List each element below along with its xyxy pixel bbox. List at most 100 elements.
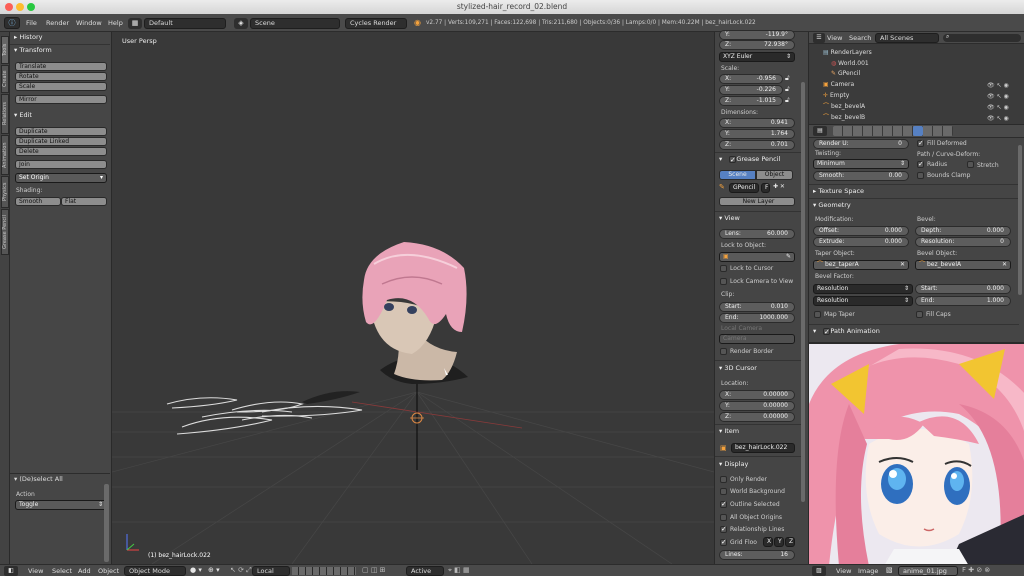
world-background-checkbox[interactable]	[720, 488, 727, 495]
lock-layers-icons[interactable]: ▢ ◫ ⊞	[362, 566, 386, 574]
bevel-factor-end-mapping-dropdown[interactable]: Resolution ⇕	[813, 296, 913, 306]
clip-start-field[interactable]: Start: 0.010	[719, 302, 795, 312]
display-panel-header[interactable]: ▾ Display	[719, 459, 748, 470]
image-editor-icon[interactable]: ▨	[812, 566, 826, 576]
close-window-button[interactable]	[5, 3, 13, 11]
duplicate-linked-button[interactable]: Duplicate Linked	[15, 137, 107, 146]
bevel-factor-start-mapping-dropdown[interactable]: Resolution ⇕	[813, 284, 913, 294]
menu-window[interactable]: Window	[76, 18, 102, 29]
bevel-start-field[interactable]: Start: 0.000	[915, 284, 1011, 294]
translate-button[interactable]: Translate	[15, 62, 107, 71]
outliner-item[interactable]: ⌒ bez_bevelA	[823, 102, 865, 112]
tab-tools[interactable]: Tools	[1, 36, 9, 64]
tab-grease-pencil[interactable]: Grease Pencil	[1, 209, 9, 255]
add-icon[interactable]: ✚ ✕	[773, 183, 785, 190]
fill-deformed-checkbox[interactable]	[917, 139, 924, 147]
only-render-checkbox[interactable]	[720, 476, 727, 483]
bevel-object-field[interactable]: ⌒ bez_bevelA ✕	[915, 260, 1011, 270]
flat-shading-button[interactable]: Flat	[61, 197, 107, 206]
rotation-mode-dropdown[interactable]: XYZ Euler ⇕	[719, 52, 795, 62]
tab-animation[interactable]: Animation	[1, 135, 9, 175]
map-taper-checkbox[interactable]	[814, 311, 821, 318]
properties-scrollbar[interactable]	[1018, 145, 1022, 295]
editor-type-icon[interactable]: ⓘ	[4, 17, 20, 29]
item-panel-header[interactable]: ▾ Item	[719, 426, 739, 437]
mode-dropdown[interactable]: Object Mode	[124, 566, 186, 576]
item-name-field[interactable]: bez_hairLock.022	[731, 443, 795, 453]
set-origin-dropdown[interactable]: Set Origin ▾	[15, 173, 107, 183]
layer-buttons[interactable]	[292, 567, 356, 575]
lock-to-cursor-checkbox[interactable]	[720, 265, 727, 272]
delete-button[interactable]: Delete	[15, 147, 107, 156]
path-animation-header[interactable]: ▾ Path Animation	[813, 326, 880, 338]
gp-object-tab[interactable]: Object	[756, 170, 793, 180]
tab-relations[interactable]: Relations	[1, 94, 9, 134]
image-menu-image[interactable]: Image	[858, 566, 878, 576]
scene-dropdown[interactable]: Scene	[250, 18, 340, 29]
outliner-item[interactable]: ▣ Camera	[823, 80, 854, 90]
3d-view-editor-icon[interactable]: ◧	[4, 566, 18, 576]
outliner-display-mode-dropdown[interactable]: All Scenes	[875, 33, 939, 43]
lock-icon[interactable]: 🔓︎	[785, 96, 790, 105]
3d-viewport[interactable]: User Persp (1) bez_hairLock.022	[112, 32, 714, 564]
history-panel-header[interactable]: ▸ History	[14, 32, 42, 43]
depth-field[interactable]: Depth: 0.000	[915, 226, 1011, 236]
grease-pencil-header[interactable]: ▾ Grease Pencil	[719, 154, 780, 166]
menu-select[interactable]: Select	[52, 566, 72, 576]
rotation-y-field[interactable]: Y: -119.9°	[719, 30, 795, 40]
edit-panel-header[interactable]: ▾ Edit	[14, 110, 32, 121]
outline-selected-checkbox[interactable]	[720, 500, 727, 508]
rotate-button[interactable]: Rotate	[15, 72, 107, 81]
cursor-y-field[interactable]: Y: 0.00000	[719, 401, 795, 411]
relationship-lines-checkbox[interactable]	[720, 525, 727, 533]
grid-lines-field[interactable]: Lines: 16	[719, 550, 795, 560]
bevel-resolution-field[interactable]: Resolution: 0	[915, 237, 1011, 247]
clip-end-field[interactable]: End: 1000.000	[719, 313, 795, 323]
menu-object[interactable]: Object	[98, 566, 119, 576]
outliner-item[interactable]: ◍ World.001	[831, 59, 869, 69]
gp-scene-tab[interactable]: Scene	[719, 170, 756, 180]
lock-icon[interactable]: 🔓︎	[785, 85, 790, 94]
menu-render[interactable]: Render	[46, 18, 69, 29]
viewport-shading-icon[interactable]: ● ▾	[190, 566, 202, 574]
tool-shelf-scrollbar[interactable]	[104, 484, 109, 562]
outliner-menu-view[interactable]: View	[827, 33, 842, 43]
outliner-item[interactable]: ⌒ bez_bevelB	[823, 113, 865, 123]
lock-icon[interactable]: 🔓︎	[785, 74, 790, 83]
action-dropdown[interactable]: Toggle ⇕	[15, 500, 107, 510]
offset-field[interactable]: Offset: 0.000	[813, 226, 909, 236]
fill-caps-checkbox[interactable]	[916, 311, 923, 318]
outliner-editor-icon[interactable]: ☰	[813, 33, 825, 43]
scale-y-field[interactable]: Y: -0.226	[719, 85, 783, 95]
mirror-button[interactable]: Mirror	[15, 95, 107, 104]
outliner-menu-search[interactable]: Search	[849, 33, 871, 43]
image-menu-view[interactable]: View	[836, 566, 851, 576]
dimension-x-field[interactable]: X: 0.941	[719, 118, 795, 128]
lock-camera-checkbox[interactable]	[720, 278, 727, 285]
gp-fake-user-button[interactable]: F	[761, 183, 770, 193]
menu-view[interactable]: View	[28, 566, 43, 576]
bevel-end-field[interactable]: End: 1.000	[915, 296, 1011, 306]
render-engine-dropdown[interactable]: Cycles Render	[345, 18, 407, 29]
taper-object-field[interactable]: ⌒ bez_taperA ✕	[813, 260, 909, 270]
transform-orientation-dropdown[interactable]: Local	[252, 566, 290, 576]
zoom-window-button[interactable]	[27, 3, 35, 11]
axis-x-toggle[interactable]: X	[763, 537, 773, 547]
stretch-checkbox[interactable]	[967, 161, 974, 168]
cursor-z-field[interactable]: Z: 0.00000	[719, 412, 795, 422]
image-actions-icons[interactable]: F ✚ ⊘ ⊗	[962, 566, 990, 574]
grid-floor-checkbox[interactable]	[720, 538, 727, 546]
render-u-field[interactable]: Render U: 0	[813, 139, 909, 149]
cursor-x-field[interactable]: X: 0.00000	[719, 390, 795, 400]
duplicate-button[interactable]: Duplicate	[15, 127, 107, 136]
outliner-item[interactable]: ✎ GPencil	[831, 69, 860, 79]
twist-method-dropdown[interactable]: Minimum ⇕	[813, 159, 909, 169]
new-layer-button[interactable]: New Layer	[719, 197, 795, 206]
scene-icon[interactable]: ◈	[234, 18, 248, 29]
dimension-z-field[interactable]: Z: 0.701	[719, 140, 795, 150]
menu-help[interactable]: Help	[108, 18, 123, 29]
join-button[interactable]: Join	[15, 160, 107, 169]
dimension-y-field[interactable]: Y: 1.764	[719, 129, 795, 139]
smooth-shading-button[interactable]: Smooth	[15, 197, 61, 206]
image-name-field[interactable]: anime_01.jpg	[898, 566, 958, 576]
